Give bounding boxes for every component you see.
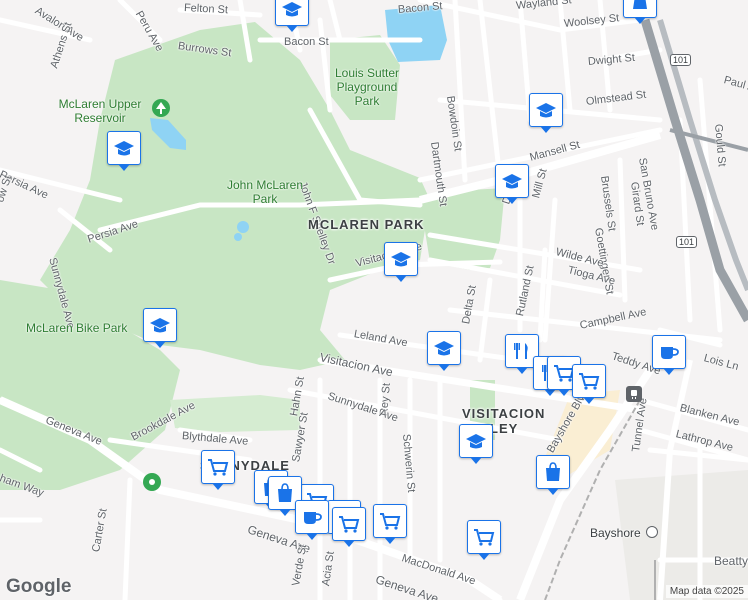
- area-label: MCLAREN PARK: [308, 217, 425, 232]
- highway-shield: 101: [676, 236, 698, 248]
- highway-shield: 101: [670, 54, 692, 66]
- map-attribution[interactable]: Map data ©2025: [665, 585, 748, 598]
- grocery-marker[interactable]: [373, 504, 407, 544]
- park-label: John McLaren Park: [226, 178, 304, 206]
- park-poi-icon[interactable]: [143, 473, 161, 491]
- park-label: McLaren Upper Reservoir: [58, 97, 142, 125]
- park-label: Louis Sutter Playground Park: [334, 66, 400, 108]
- street-label: Bacon St: [284, 36, 329, 48]
- map-canvas[interactable]: Avalon Ave Peru Ave Felton St Bacon St W…: [0, 0, 748, 600]
- park-label: McLaren Bike Park: [26, 321, 128, 335]
- grocery-marker[interactable]: [467, 520, 501, 560]
- school-marker[interactable]: [107, 131, 141, 171]
- street-label: Felton St: [183, 2, 229, 17]
- grocery-marker[interactable]: [201, 450, 235, 490]
- school-marker[interactable]: [623, 0, 657, 24]
- cafe-marker[interactable]: [652, 335, 686, 375]
- cafe-marker[interactable]: [295, 500, 329, 540]
- station-icon[interactable]: [646, 526, 658, 538]
- school-marker[interactable]: [275, 0, 309, 32]
- transit-icon[interactable]: [626, 386, 642, 402]
- school-marker[interactable]: [143, 308, 177, 348]
- pond-water-2: [234, 233, 242, 241]
- tree-icon[interactable]: [152, 99, 170, 117]
- school-marker[interactable]: [427, 331, 461, 371]
- google-logo: Google: [6, 576, 72, 597]
- pond-water: [237, 221, 249, 233]
- grocery-marker[interactable]: [332, 507, 366, 547]
- place-label: Bayshore: [590, 526, 641, 540]
- street-label: Beatty: [714, 554, 748, 568]
- school-marker[interactable]: [459, 424, 493, 464]
- shopping-marker[interactable]: [536, 455, 570, 495]
- school-marker[interactable]: [384, 242, 418, 282]
- grocery-marker[interactable]: [572, 364, 606, 404]
- school-marker[interactable]: [495, 164, 529, 204]
- school-marker[interactable]: [529, 93, 563, 133]
- freeway-101: [640, 18, 748, 323]
